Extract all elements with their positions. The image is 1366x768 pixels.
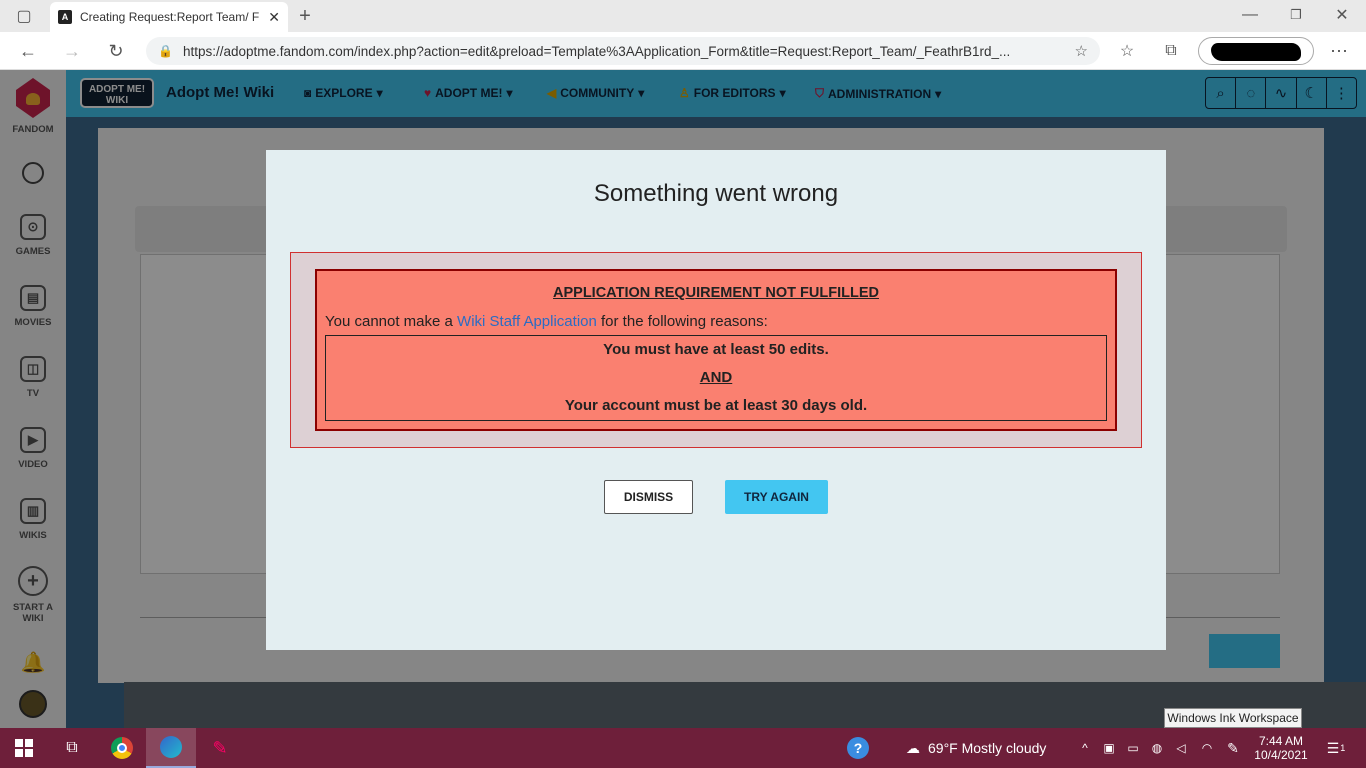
time-text: 7:44 AM (1258, 734, 1304, 748)
error-modal: Something went wrong APPLICATION REQUIRE… (266, 150, 1166, 650)
error-box: APPLICATION REQUIREMENT NOT FULFILLED Yo… (290, 252, 1142, 448)
error-line-prefix: You cannot make a (325, 313, 458, 330)
reason-joiner: AND (699, 369, 733, 386)
forward-icon[interactable]: → (60, 40, 84, 62)
help-icon[interactable]: ? (846, 728, 870, 768)
error-heading: APPLICATION REQUIREMENT NOT FULFILLED (553, 285, 879, 301)
camera-icon[interactable]: ▣ (1100, 728, 1118, 768)
collections-icon[interactable]: ⧉ (1160, 40, 1182, 62)
reason-account-age: Your account must be at least 30 days ol… (564, 397, 868, 414)
error-line-suffix: for the following reasons: (596, 313, 768, 330)
modal-title: Something went wrong (593, 180, 839, 207)
wiki-staff-application-link[interactable]: Wiki Staff Application (457, 313, 597, 330)
restore-icon[interactable]: ❐ (1286, 5, 1306, 25)
windows-icon (15, 739, 33, 757)
wifi-icon[interactable]: ◠ (1198, 728, 1216, 768)
pen-icon[interactable]: ✎ (1222, 728, 1244, 768)
weather-text: 69°F Mostly cloudy (928, 740, 1047, 756)
try-again-button[interactable]: TRY AGAIN (725, 480, 828, 514)
add-favorite-icon[interactable]: ☆ (1075, 42, 1088, 60)
notification-center-icon[interactable]: ☰ 1 (1322, 728, 1350, 768)
start-button[interactable] (10, 728, 38, 768)
date-text: 10/4/2021 (1254, 748, 1308, 762)
browser-tab[interactable]: A Creating Request:Report Team/ F ✕ (50, 2, 288, 32)
url-text: https://adoptme.fandom.com/index.php?act… (182, 43, 1011, 59)
battery-icon[interactable]: ▭ (1124, 728, 1142, 768)
fandom-favicon-icon: A (58, 10, 72, 24)
tab-title: Creating Request:Report Team/ F (80, 10, 260, 24)
redacted-profile (1211, 43, 1301, 61)
reason-edits: You must have at least 50 edits. (603, 341, 829, 358)
profile-button[interactable] (1198, 37, 1314, 65)
tab-actions-icon[interactable]: ▢ (14, 6, 34, 26)
favorites-icon[interactable]: ☆ (1116, 40, 1138, 62)
dismiss-button[interactable]: DISMISS (604, 480, 693, 514)
more-icon[interactable]: ⋯ (1328, 40, 1350, 62)
lock-icon: 🔒 (158, 44, 173, 58)
weather-widget[interactable]: ☁ 69°F Mostly cloudy (906, 728, 1076, 768)
new-tab-icon[interactable]: + (294, 5, 316, 27)
address-bar[interactable]: 🔒 https://adoptme.fandom.com/index.php?a… (146, 37, 1100, 65)
close-tab-icon[interactable]: ✕ (268, 9, 280, 26)
volume-icon[interactable]: ◁ (1172, 728, 1190, 768)
tooltip: Windows Ink Workspace (1164, 708, 1302, 728)
show-hidden-icon[interactable]: ^ (1078, 728, 1092, 768)
reasons-box: You must have at least 50 edits. AND You… (325, 335, 1107, 421)
edge-icon[interactable] (146, 728, 196, 768)
cloudy-icon: ☁ (906, 739, 920, 756)
close-window-icon[interactable]: ✕ (1332, 5, 1352, 25)
back-icon[interactable]: ← (16, 40, 40, 62)
notification-count: 1 (1340, 743, 1346, 753)
task-view-icon[interactable]: ⧉ (58, 728, 86, 768)
app-icon[interactable]: ✎ (206, 728, 234, 768)
network-icon[interactable]: ◍ (1148, 728, 1166, 768)
minimize-icon[interactable]: — (1240, 5, 1260, 25)
reload-icon[interactable]: ↻ (104, 40, 128, 62)
error-line: You cannot make a Wiki Staff Application… (325, 313, 768, 330)
error-message: APPLICATION REQUIREMENT NOT FULFILLED Yo… (315, 269, 1117, 431)
chrome-icon[interactable] (108, 728, 136, 768)
clock[interactable]: 7:44 AM 10/4/2021 (1248, 728, 1314, 768)
